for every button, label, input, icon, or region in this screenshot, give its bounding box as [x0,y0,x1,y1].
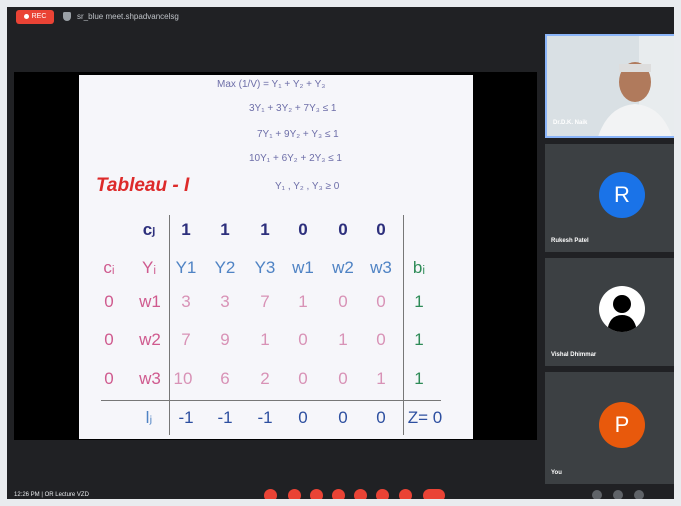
table-cell: 0 [298,369,308,388]
lj-value: -1 [257,408,273,427]
yi-header: Yᵢ [141,258,156,277]
bi-value: 1 [414,292,424,311]
participant-tile[interactable]: Vishal Dhimmar [545,258,681,366]
table-cell: 0 [376,292,386,311]
captions-icon[interactable] [310,489,323,502]
recording-label: REC [31,13,47,20]
cj-value: 1 [260,220,270,239]
column-header: w3 [370,258,392,277]
constraint-1: 3Y₁ + 3Y₂ + 7Y₃ ≤ 1 [249,103,337,114]
participant-name: Rukesh Patel [551,238,589,244]
z-value: Z= 0 [407,408,443,427]
table-cell: 7 [181,330,191,349]
cj-value: 1 [181,220,191,239]
table-cell: 1 [260,330,270,349]
participant-tile[interactable]: R Rukesh Patel [545,144,681,252]
constraint-2: 7Y₁ + 9Y₂ + Y₃ ≤ 1 [257,129,339,140]
shield-icon [63,12,71,22]
table-cell: 6 [220,369,230,388]
column-header: w2 [332,258,354,277]
cj-value: 0 [376,220,386,239]
chat-icon[interactable] [634,490,644,500]
tableau-title: Tableau - I [96,175,190,196]
avatar [599,286,645,332]
lj-value: -1 [178,408,194,427]
participant-name: You [551,470,562,476]
ci-value: 0 [104,330,114,349]
people-icon[interactable] [613,490,623,500]
table-divider [403,215,404,435]
slide: Max (1/V) = Y₁ + Y₂ + Y₃ 3Y₁ + 3Y₂ + 7Y₃… [79,75,473,439]
info-icon[interactable] [592,490,602,500]
camera-off-icon[interactable] [288,489,301,502]
table-cell: 1 [376,369,386,388]
ci-header: cᵢ [103,258,115,277]
table-divider [169,215,170,435]
meeting-info: 12:26 PM | OR Lecture VZD [14,492,89,498]
table-cell: 0 [376,330,386,349]
avatar: R [599,172,645,218]
avatar: P [599,402,645,448]
yi-value: w1 [139,292,161,311]
table-cell: 2 [260,369,270,388]
bi-value: 1 [414,369,424,388]
lj-label: lⱼ [145,408,153,427]
table-cell: 3 [220,292,230,311]
table-cell: 0 [338,369,348,388]
table-cell: 9 [220,330,230,349]
cj-value: 0 [298,220,308,239]
lj-value: 0 [338,408,348,427]
mic-off-icon[interactable] [264,489,277,502]
participant-tile-self[interactable]: P You [545,372,681,484]
bi-value: 1 [414,330,424,349]
constraint-3: 10Y₁ + 6Y₂ + 2Y₃ ≤ 1 [249,153,342,164]
lj-value: -1 [217,408,233,427]
table-cell: 10 [173,369,193,388]
meeting-title: sr_blue meet.shpadvancelsg [63,12,179,22]
table-cell: 1 [298,292,308,311]
yi-value: w3 [139,369,161,388]
column-header: Y2 [214,258,236,277]
ci-value: 0 [104,369,114,388]
present-icon[interactable] [354,489,367,502]
column-header: Y1 [175,258,197,277]
cj-label: cⱼ [142,220,156,239]
table-divider [101,400,441,401]
participant-tile-presenter[interactable]: Dr.D.K. Naik [545,34,681,138]
participant-name: Vishal Dhimmar [551,352,597,358]
leave-call-icon[interactable] [423,489,445,502]
top-bar: REC sr_blue meet.shpadvancelsg [7,7,674,29]
table-cell: 0 [298,330,308,349]
bi-header: bᵢ [412,258,426,277]
non-negativity: Y₁ , Y₂ , Y₃ ≥ 0 [275,181,340,192]
record-dot-icon [23,13,29,19]
table-cell: 3 [181,292,191,311]
cj-value: 1 [220,220,230,239]
cj-value: 0 [338,220,348,239]
yi-value: w2 [139,330,161,349]
more-icon[interactable] [376,489,389,502]
more-options-icon[interactable] [399,489,412,502]
meeting-title-text: sr_blue meet.shpadvancelsg [77,12,179,21]
raise-hand-icon[interactable] [332,489,345,502]
ci-value: 0 [104,292,114,311]
objective-equation: Max (1/V) = Y₁ + Y₂ + Y₃ [217,79,326,90]
default-user-icon [607,295,637,332]
recording-badge: REC [16,10,54,24]
bottom-bar: 12:26 PM | OR Lecture VZD [7,488,674,502]
lj-value: 0 [376,408,386,427]
column-header: Y3 [254,258,276,277]
table-cell: 1 [338,330,348,349]
table-cell: 0 [338,292,348,311]
lj-value: 0 [298,408,308,427]
column-header: w1 [292,258,314,277]
participant-name: Dr.D.K. Naik [553,120,588,126]
table-cell: 7 [260,292,270,311]
